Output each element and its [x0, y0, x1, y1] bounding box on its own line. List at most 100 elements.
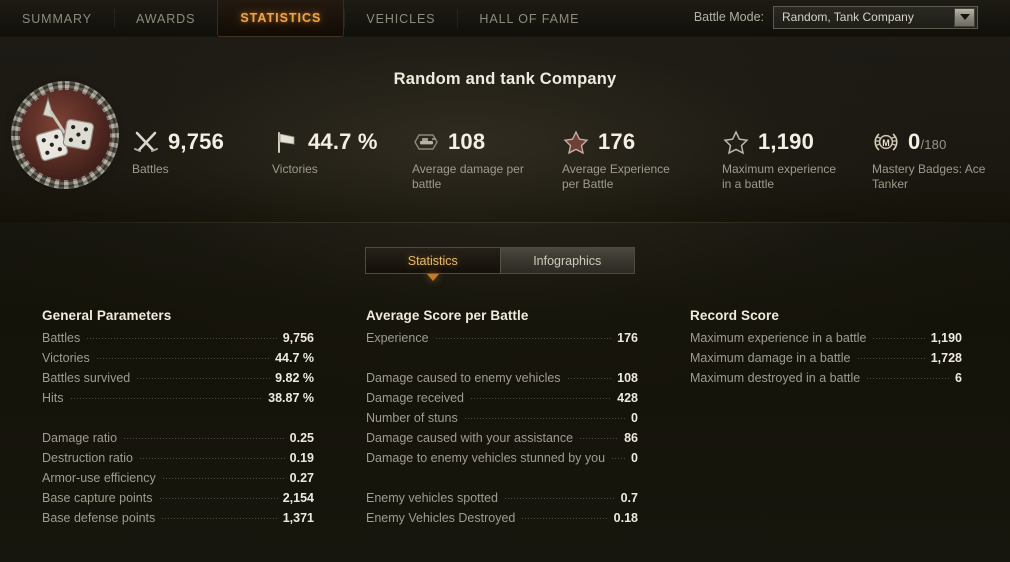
stat-row: Armor-use efficiency 0.27: [42, 471, 314, 491]
stat-row-value: 0.25: [289, 431, 314, 445]
summary-stat-value-main: 108: [448, 129, 486, 154]
stat-row-label: Base defense points: [42, 511, 156, 525]
leader-dots: [86, 338, 278, 339]
stat-row-value: 1,728: [930, 351, 962, 365]
tank-damage-icon: [412, 129, 440, 155]
summary-stat: 1,190 Maximum experience in a battle: [722, 125, 844, 192]
stat-row-value: 9,756: [282, 331, 314, 345]
leader-dots: [69, 398, 264, 399]
flag-icon: [272, 129, 300, 155]
stat-row-label: Maximum damage in a battle: [690, 351, 851, 365]
tab-statistics[interactable]: STATISTICS: [217, 0, 345, 37]
chevron-down-icon[interactable]: [954, 7, 975, 27]
summary-stat-label: Maximum experience in a battle: [722, 162, 837, 191]
stat-row-label: Enemy Vehicles Destroyed: [366, 511, 516, 525]
leader-dots: [521, 518, 609, 519]
star-filled-icon: [562, 129, 590, 155]
stat-row: Damage ratio 0.25: [42, 431, 314, 451]
stat-row: Victories 44.7 %: [42, 351, 314, 371]
summary-stat-value-main: 176: [598, 129, 636, 154]
chevron-down-icon: [426, 274, 439, 281]
battle-mode-select[interactable]: Random, Tank Company: [773, 5, 978, 29]
stat-row-label: Enemy vehicles spotted: [366, 491, 499, 505]
summary-stat-value-row: M 0/180: [872, 125, 994, 159]
summary-stat-value-row: 44.7 %: [272, 125, 378, 159]
summary-stat: M 0/180 Mastery Badges: Ace Tanker: [872, 125, 994, 192]
subtab-infographics[interactable]: Infographics: [499, 248, 634, 273]
stat-row-value: 86: [624, 431, 638, 445]
stat-row-value: 0.18: [613, 511, 638, 525]
stat-row: Base defense points 1,371: [42, 511, 314, 531]
summary-stat: 9,756 Battles: [132, 125, 224, 177]
summary-stat-value-row: 9,756: [132, 125, 224, 159]
stat-row: Damage caused to enemy vehicles 108: [366, 371, 638, 391]
stat-row-label: Number of stuns: [366, 411, 458, 425]
leader-dots: [161, 518, 278, 519]
crossed-swords-icon: [132, 129, 160, 155]
stat-row: Damage received 428: [366, 391, 638, 411]
stat-row: Enemy Vehicles Destroyed 0.18: [366, 511, 638, 531]
stat-row-label: Battles survived: [42, 371, 131, 385]
leader-dots: [566, 378, 613, 379]
stat-row-label: Damage caused to enemy vehicles: [366, 371, 561, 385]
stat-row: Battles 9,756: [42, 331, 314, 351]
main-tab-list: SUMMARY AWARDS STATISTICS VEHICLES HALL OF F…: [0, 0, 601, 37]
stat-row-label: Destruction ratio: [42, 451, 134, 465]
stat-column: Average Score per Battle Experience 176 Dam…: [366, 308, 638, 531]
stat-row-value: 0: [631, 451, 638, 465]
stat-row-value: 1,190: [930, 331, 962, 345]
tab-awards[interactable]: AWARDS: [113, 0, 217, 37]
stat-row-value: 108: [617, 371, 638, 385]
stat-row-value: 6: [955, 371, 962, 385]
top-navigation-bar: SUMMARY AWARDS STATISTICS VEHICLES HALL OF F…: [0, 0, 1010, 37]
summary-stat: 44.7 % Victories: [272, 125, 378, 177]
stat-row: Destruction ratio 0.19: [42, 451, 314, 471]
stat-row-value: 2,154: [282, 491, 314, 505]
stat-row-label: Battles: [42, 331, 81, 345]
summary-stat-label: Average Experience per Battle: [562, 162, 670, 191]
stat-row: Battles survived 9.82 %: [42, 371, 314, 391]
tab-hall-of-fame[interactable]: HALL OF FAME: [457, 0, 601, 37]
stat-column-title: Record Score: [690, 308, 779, 323]
star-outline-icon: [722, 129, 750, 155]
summary-stat-value-suffix: /180: [920, 137, 947, 152]
leader-dots: [872, 338, 926, 339]
statistics-subtab-list: Statistics Infographics: [365, 247, 635, 281]
subtab-label: Statistics: [407, 253, 458, 268]
stat-row: Enemy vehicles spotted 0.7: [366, 491, 638, 511]
stat-row: Damage caused with your assistance 86: [366, 431, 638, 451]
leader-dots: [856, 358, 926, 359]
summary-stat-value-main: 1,190: [758, 129, 815, 154]
tab-vehicles[interactable]: VEHICLES: [344, 0, 457, 37]
page-title: Random and tank Company: [393, 70, 617, 88]
stat-row: Number of stuns 0: [366, 411, 638, 431]
leader-dots: [504, 498, 616, 499]
summary-stat-label: Mastery Badges: Ace Tanker: [872, 162, 986, 191]
summary-header: Random and tank Company 9,756 Battles 44…: [0, 37, 1010, 223]
subtab-statistics[interactable]: Statistics: [366, 248, 500, 281]
stat-row-value: 176: [617, 331, 638, 345]
stat-row-label: Base capture points: [42, 491, 153, 505]
statistics-columns: General Parameters Battles 9,756 Victories 4…: [0, 308, 1010, 548]
summary-stat-value: 176: [598, 129, 635, 155]
summary-stat-value-row: 176: [562, 125, 684, 159]
tab-summary[interactable]: SUMMARY: [0, 0, 114, 37]
stat-group-separator: [366, 471, 638, 491]
stat-row-label: Victories: [42, 351, 90, 365]
stat-row: Maximum destroyed in a battle 6: [690, 371, 962, 391]
stat-group-separator: [366, 351, 638, 371]
leader-dots: [136, 378, 271, 379]
stat-row-value: 0: [631, 411, 638, 425]
leader-dots: [139, 458, 285, 459]
leader-dots: [161, 478, 285, 479]
statistics-screen: SUMMARY AWARDS STATISTICS VEHICLES HALL OF F…: [0, 0, 1010, 562]
stat-row-value: 428: [617, 391, 638, 405]
summary-stat-value-main: 0: [908, 129, 921, 154]
stat-row-label: Damage caused with your assistance: [366, 431, 574, 445]
tab-label: AWARDS: [135, 11, 196, 26]
summary-stat-label: Victories: [272, 162, 318, 176]
tab-label: STATISTICS: [240, 11, 322, 25]
stat-row: Damage to enemy vehicles stunned by you 0: [366, 451, 638, 471]
stat-row-label: Maximum experience in a battle: [690, 331, 867, 345]
stat-row-value: 1,371: [282, 511, 314, 525]
